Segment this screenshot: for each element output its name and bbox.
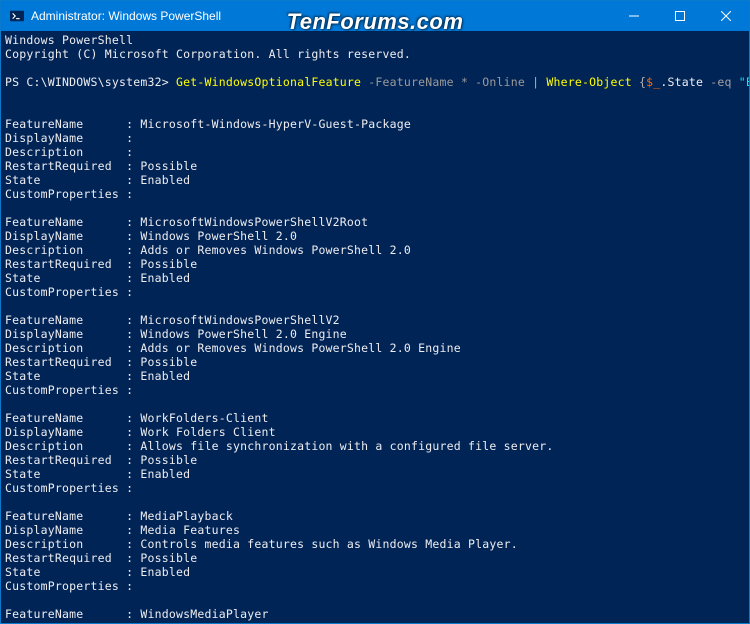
powershell-icon <box>9 8 25 24</box>
window-controls <box>611 1 749 31</box>
titlebar: Administrator: Windows PowerShell <box>1 1 749 31</box>
header-line1: Windows PowerShell <box>5 33 133 47</box>
prompt-prefix: PS C:\WINDOWS\system32> <box>5 75 176 89</box>
cmdlet-where: Where-Object <box>546 75 631 89</box>
param-featurename: -FeatureName <box>361 75 461 89</box>
cmdlet-get: Get-WindowsOptionalFeature <box>176 75 361 89</box>
param-online: -Online <box>468 75 525 89</box>
pipe: | <box>525 75 546 89</box>
window-title: Administrator: Windows PowerShell <box>31 9 221 23</box>
var-underscore: $_ <box>646 75 660 89</box>
member-state: .State <box>660 75 703 89</box>
arg-star: * <box>461 75 468 89</box>
minimize-button[interactable] <box>611 1 657 31</box>
brace-open: { <box>632 75 646 89</box>
header-line2: Copyright (C) Microsoft Corporation. All… <box>5 47 411 61</box>
op-eq: -eq <box>703 75 739 89</box>
maximize-button[interactable] <box>657 1 703 31</box>
str-enabled: "Enabled" <box>739 75 749 89</box>
powershell-window: Administrator: Windows PowerShell TenFor… <box>0 0 750 624</box>
command-output: FeatureName : Microsoft-Windows-HyperV-G… <box>5 117 632 623</box>
console-area[interactable]: Windows PowerShell Copyright (C) Microso… <box>1 31 749 623</box>
close-button[interactable] <box>703 1 749 31</box>
